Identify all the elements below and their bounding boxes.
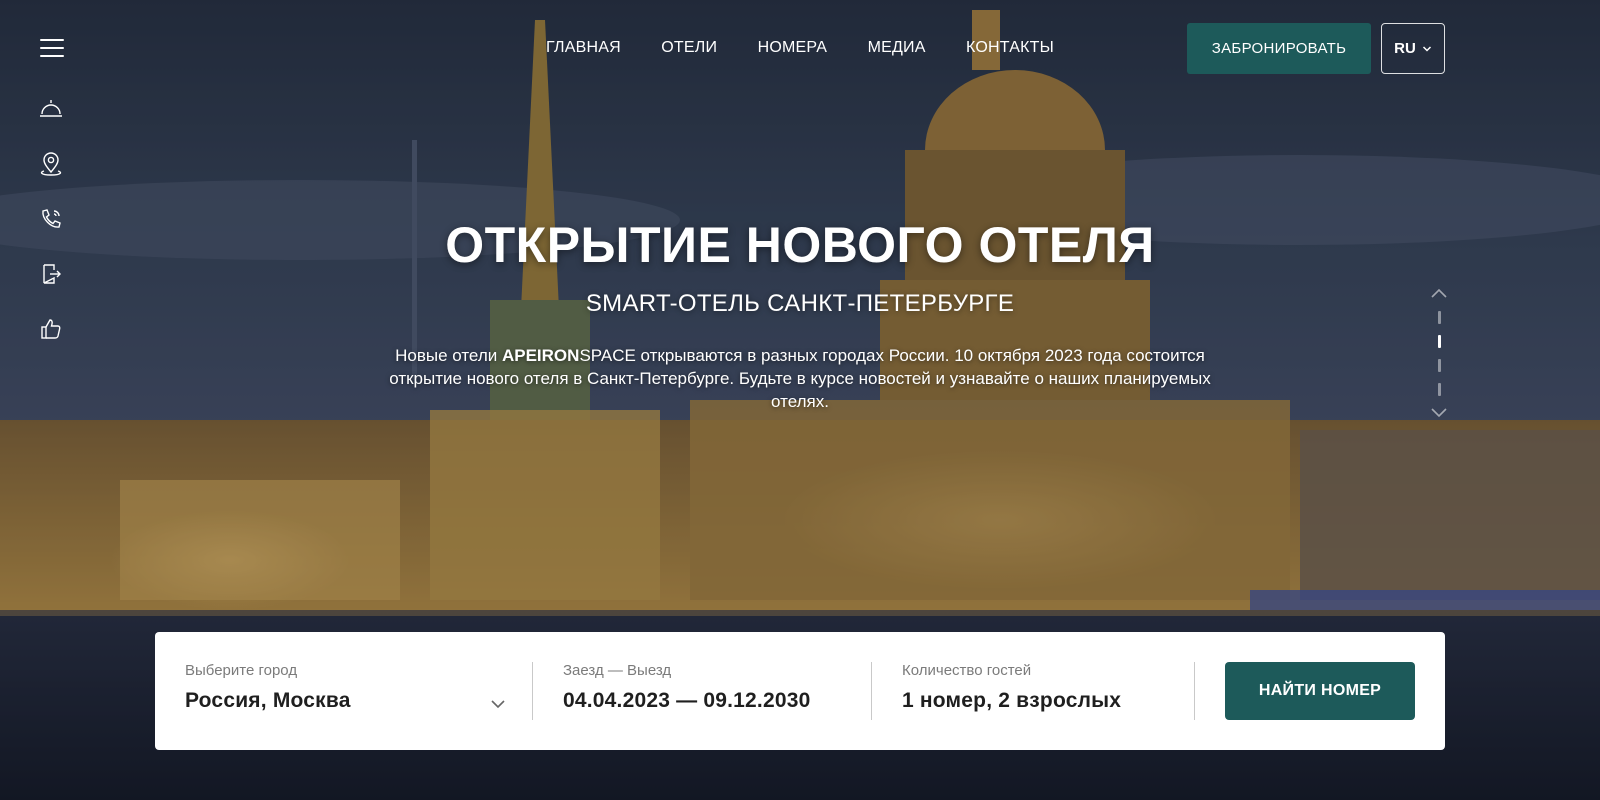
city-select[interactable]: Выберите город Россия, Москва [185, 662, 505, 713]
chevron-down-icon[interactable] [490, 698, 506, 710]
city-value: Россия, Москва [185, 689, 351, 712]
brand-name-rest: SPACE [579, 346, 636, 365]
nav-link-media[interactable]: МЕДИА [868, 39, 926, 57]
divider [871, 662, 872, 720]
guests-label: Количество гостей [902, 662, 1032, 679]
book-button-label: ЗАБРОНИРОВАТЬ [1211, 40, 1347, 57]
book-button[interactable]: ЗАБРОНИРОВАТЬ [1187, 23, 1371, 74]
reception-bell-icon[interactable] [34, 92, 68, 126]
dates-value: 04.04.2023 — 09.12.2030 [563, 689, 811, 712]
slider-dot-4[interactable] [1437, 383, 1441, 396]
chevron-up-icon[interactable] [1428, 286, 1450, 300]
divider [532, 662, 533, 720]
nav-link-rooms[interactable]: НОМЕРА [758, 39, 827, 57]
brand-name-bold: APEIRON [501, 346, 580, 365]
language-label: RU [1394, 40, 1416, 57]
nav-link-contacts[interactable]: КОНТАКТЫ [966, 39, 1054, 57]
nav-link-home[interactable]: ГЛАВНАЯ [546, 39, 621, 57]
booking-search-bar: Выберите город Россия, Москва Заезд — Вы… [155, 632, 1445, 750]
location-pin-icon[interactable] [34, 147, 68, 181]
city-label: Выберите город [185, 662, 298, 679]
hero-title: ОТКРЫТИЕ НОВОГО ОТЕЛЯ [445, 217, 1155, 273]
hero-subtitle: SMART-ОТЕЛЬ САНКТ-ПЕТЕРБУРГЕ [585, 290, 1015, 317]
guests-value: 1 номер, 2 взрослых [902, 689, 1122, 712]
hero-description: Новые отели APEIRONSPACE открываются в р… [370, 344, 1230, 413]
hero-section: ОТКРЫТИЕ НОВОГО ОТЕЛЯ SMART-ОТЕЛЬ САНКТ-… [0, 216, 1600, 413]
chevron-down-icon[interactable] [1428, 406, 1450, 420]
language-selector[interactable]: RU [1381, 23, 1445, 74]
find-room-label: НАЙТИ НОМЕР [1258, 682, 1382, 699]
dates-label: Заезд — Выезд [563, 662, 672, 679]
slider-dot-3[interactable] [1437, 359, 1441, 372]
hero-text-before: Новые отели [395, 346, 502, 365]
slider-dot-2[interactable] [1437, 335, 1441, 348]
divider [1194, 662, 1195, 720]
nav-link-hotels[interactable]: ОТЕЛИ [661, 39, 717, 57]
chevron-down-icon [1422, 45, 1431, 52]
dates-picker[interactable]: Заезд — Выезд 04.04.2023 — 09.12.2030 [563, 662, 863, 713]
guests-selector[interactable]: Количество гостей 1 номер, 2 взрослых [902, 662, 1182, 713]
find-room-button[interactable]: НАЙТИ НОМЕР [1225, 662, 1415, 720]
slider-pager [1428, 286, 1450, 420]
slider-dot-1[interactable] [1437, 311, 1441, 324]
